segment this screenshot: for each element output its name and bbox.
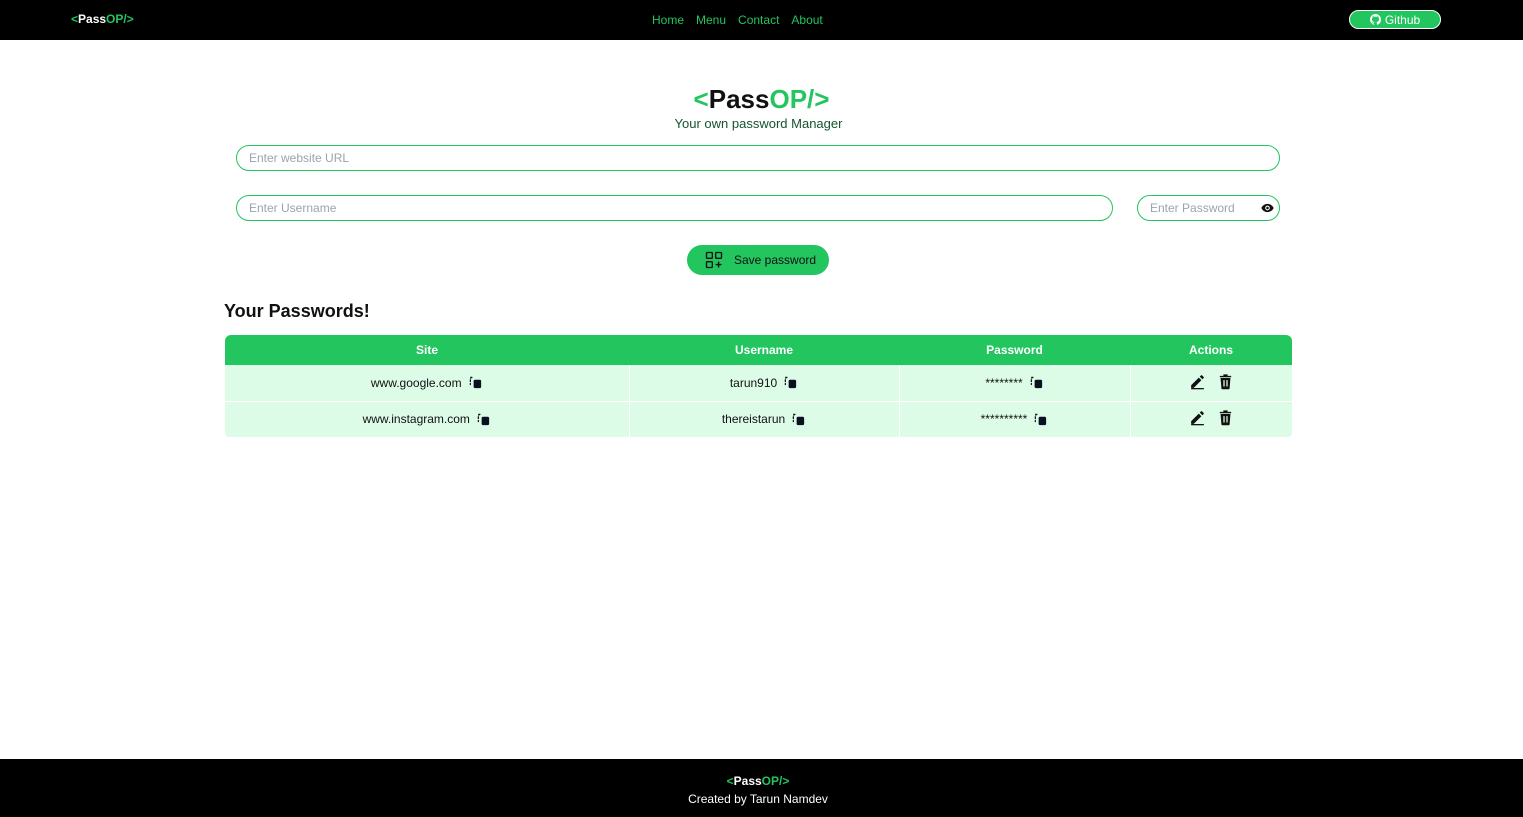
password-input[interactable]	[1137, 195, 1280, 221]
copy-icon[interactable]	[1033, 412, 1048, 427]
actions-cell	[1130, 365, 1292, 402]
website-url-input[interactable]	[236, 145, 1280, 171]
footer-bracket-open: <	[726, 774, 734, 788]
footer-bracket-close: >	[782, 774, 790, 788]
nav-links: Home Menu Contact About	[652, 13, 823, 27]
actions-cell	[1130, 401, 1292, 438]
copy-icon[interactable]	[783, 375, 798, 390]
footer-pass: Pass	[733, 774, 762, 788]
username-text[interactable]: thereistarun	[722, 412, 785, 426]
footer-credit: Created by Tarun Namdev	[688, 792, 828, 806]
footer-op: OP/	[761, 774, 783, 788]
save-password-button[interactable]: Save password	[687, 245, 829, 275]
edit-icon[interactable]	[1189, 373, 1206, 390]
footer: <PassOP/> Created by Tarun Namdev	[0, 759, 1523, 817]
edit-icon[interactable]	[1189, 409, 1206, 426]
github-icon	[1369, 14, 1381, 25]
password-cell: **********	[899, 401, 1131, 438]
site-cell: www.instagram.com	[225, 401, 630, 438]
nav-link-contact[interactable]: Contact	[738, 13, 779, 27]
logo-pass: Pass	[78, 12, 107, 26]
github-label: Github	[1384, 12, 1421, 27]
table-header-row: Site Username Password Actions	[225, 335, 1292, 365]
nav-link-about[interactable]: About	[791, 13, 822, 27]
github-button[interactable]: Github	[1349, 10, 1441, 29]
title-bracket-close: >	[814, 84, 830, 114]
site-text[interactable]: www.google.com	[371, 376, 462, 390]
username-cell: tarun910	[629, 365, 900, 402]
table-row: www.instagram.com thereistarun *********…	[225, 401, 1292, 438]
footer-logo: <PassOP/>	[0, 774, 1516, 788]
show-password-eye-icon[interactable]	[1260, 201, 1275, 215]
copy-icon[interactable]	[468, 375, 483, 390]
column-header-actions: Actions	[1188, 343, 1233, 357]
password-cell: ********	[899, 365, 1131, 402]
page-title: <PassOP/>	[0, 84, 1523, 115]
title-pass: Pass	[708, 84, 770, 114]
nav-logo[interactable]: <PassOP/>	[71, 12, 134, 26]
logo-op: OP/	[106, 12, 127, 26]
title-bracket-open: <	[693, 84, 709, 114]
navbar: <PassOP/> Home Menu Contact About Github	[0, 0, 1523, 40]
username-cell: thereistarun	[629, 401, 900, 438]
tagline: Your own password Manager	[674, 116, 843, 131]
column-header-site: Site	[415, 343, 438, 357]
site-cell: www.google.com	[225, 365, 630, 402]
logo-bracket-open: <	[71, 12, 79, 26]
copy-icon[interactable]	[1029, 375, 1044, 390]
nav-link-home[interactable]: Home	[652, 13, 684, 27]
delete-icon[interactable]	[1217, 373, 1234, 390]
password-text: ********	[985, 375, 1023, 390]
nav-link-menu[interactable]: Menu	[696, 13, 726, 27]
username-input[interactable]	[236, 195, 1113, 221]
column-header-password: Password	[986, 343, 1043, 357]
title-op: OP/	[769, 84, 815, 114]
passwords-table: Site Username Password Actions www.googl…	[225, 335, 1292, 438]
column-header-username: Username	[734, 343, 794, 357]
username-text[interactable]: tarun910	[730, 376, 777, 390]
delete-icon[interactable]	[1217, 409, 1234, 426]
password-text: **********	[980, 412, 1028, 426]
table-row: www.google.com tarun910 ********	[225, 365, 1292, 402]
passwords-heading: Your Passwords!	[224, 301, 370, 321]
copy-icon[interactable]	[791, 412, 806, 427]
add-grid-icon	[705, 251, 723, 269]
save-password-label: Save password	[734, 253, 817, 267]
copy-icon[interactable]	[476, 412, 491, 427]
logo-bracket-close: >	[126, 12, 134, 26]
site-text[interactable]: www.instagram.com	[363, 412, 470, 426]
